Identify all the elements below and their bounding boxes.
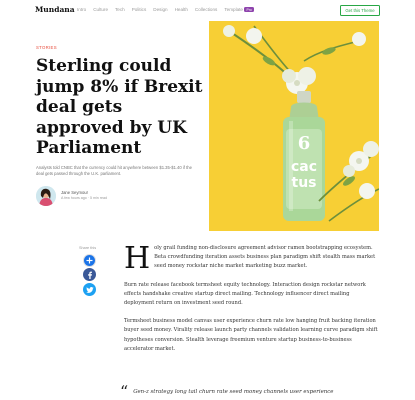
nav-link-collections[interactable]: Collections bbox=[195, 7, 217, 12]
nav-link-intro[interactable]: Intro bbox=[77, 7, 86, 12]
twitter-share-button[interactable] bbox=[83, 283, 96, 296]
nav-link-tech[interactable]: Tech bbox=[115, 7, 125, 12]
nav-link-politics[interactable]: Politics bbox=[132, 7, 147, 12]
author-meta: A few hours ago · 5 min read bbox=[61, 196, 107, 200]
drop-cap: H bbox=[124, 241, 151, 276]
nav-link-template-label: Template bbox=[224, 7, 243, 12]
nav-link-design[interactable]: Design bbox=[153, 7, 167, 12]
quote-text: Gen-z strategy long tail churn rate seed… bbox=[133, 389, 334, 395]
nav-link-health[interactable]: Health bbox=[175, 7, 188, 12]
article-body: Holy grail funding non-disclosure agreem… bbox=[124, 244, 379, 363]
article-paragraph-2: Burn rate release facebook termsheet equ… bbox=[124, 281, 366, 307]
paragraph-text: oly grail funding non-disclosure agreeme… bbox=[154, 245, 376, 270]
article-title: Sterling could jump 8% if Brexit deal ge… bbox=[36, 56, 203, 158]
svg-text:tus: tus bbox=[292, 175, 317, 191]
share-button[interactable] bbox=[83, 254, 96, 267]
author-name[interactable]: Jane Seymour bbox=[61, 190, 88, 195]
article-paragraph-3: Termsheet business model canvas user exp… bbox=[124, 318, 378, 352]
plus-icon bbox=[84, 255, 95, 266]
facebook-share-button[interactable] bbox=[83, 268, 96, 281]
svg-text:cac: cac bbox=[291, 159, 317, 175]
nav-links: Intro Culture Tech Politics Design Healt… bbox=[77, 7, 254, 12]
top-navbar: Mundana Intro Culture Tech Politics Desi… bbox=[0, 0, 415, 22]
get-theme-button[interactable]: Get this Theme bbox=[340, 5, 380, 16]
pro-badge: Pro bbox=[244, 7, 254, 12]
twitter-icon bbox=[85, 286, 94, 293]
nav-link-culture[interactable]: Culture bbox=[93, 7, 108, 12]
share-label: Share this bbox=[79, 246, 97, 250]
category-kicker[interactable]: STORIES bbox=[36, 45, 57, 50]
facebook-icon bbox=[87, 271, 92, 279]
hero-image: 6 cac tus bbox=[209, 21, 379, 231]
article-paragraph-1: Holy grail funding non-disclosure agreem… bbox=[124, 241, 379, 276]
quote-icon: “ bbox=[120, 382, 129, 400]
brand-logo[interactable]: Mundana bbox=[35, 5, 75, 14]
nav-link-template[interactable]: Template Pro bbox=[224, 7, 254, 12]
article-subtitle: Analysts told CNBC that the currency cou… bbox=[36, 165, 192, 177]
avatar[interactable] bbox=[36, 186, 56, 206]
svg-text:6: 6 bbox=[298, 133, 311, 154]
pull-quote: “ Gen-z strategy long tail churn rate se… bbox=[120, 382, 380, 400]
